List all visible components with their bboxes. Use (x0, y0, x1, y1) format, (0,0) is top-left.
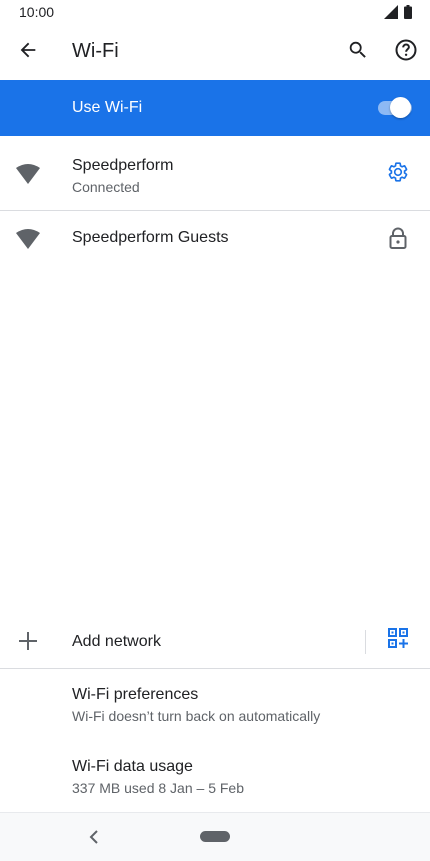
wifi-preferences-subtitle: Wi-Fi doesn’t turn back on automatically (72, 708, 321, 724)
nav-back-icon[interactable] (89, 830, 99, 849)
wifi-data-usage-title: Wi-Fi data usage (72, 758, 193, 775)
vertical-divider (365, 630, 366, 654)
home-pill[interactable] (200, 831, 230, 842)
arrow-back-icon (17, 39, 39, 66)
use-wifi-toggle[interactable] (378, 96, 412, 120)
gear-icon (387, 161, 409, 188)
lock-icon (388, 227, 408, 254)
wifi-signal-icon (16, 229, 40, 254)
divider (0, 668, 430, 669)
use-wifi-label: Use Wi-Fi (72, 99, 143, 116)
help-button[interactable] (386, 32, 426, 72)
search-button[interactable] (338, 32, 378, 72)
add-network-row[interactable]: Add network (0, 614, 430, 668)
status-time: 10:00 (19, 4, 55, 20)
navigation-bar (0, 812, 430, 861)
search-icon (347, 39, 369, 66)
page-title: Wi-Fi (72, 40, 119, 62)
help-icon (394, 38, 418, 67)
battery-icon (404, 5, 412, 24)
network-status: Connected (72, 179, 140, 195)
signal-icon (384, 5, 398, 24)
network-settings-button[interactable] (378, 154, 418, 194)
back-button[interactable] (8, 32, 48, 72)
wifi-preferences-title: Wi-Fi preferences (72, 686, 199, 703)
wifi-signal-icon (16, 164, 40, 189)
app-bar: Wi-Fi (0, 24, 430, 80)
scan-qr-button[interactable] (378, 621, 418, 661)
status-bar: 10:00 (0, 0, 430, 24)
add-network-label: Add network (72, 633, 161, 650)
network-item[interactable]: Speedperform Connected (0, 136, 430, 210)
network-name: Speedperform Guests (72, 229, 229, 246)
wifi-data-usage-subtitle: 337 MB used 8 Jan – 5 Feb (72, 780, 244, 796)
wifi-preferences-row[interactable]: Wi-Fi preferences Wi-Fi doesn’t turn bac… (0, 672, 430, 740)
network-name: Speedperform (72, 157, 174, 174)
wifi-data-usage-row[interactable]: Wi-Fi data usage 337 MB used 8 Jan – 5 F… (0, 744, 430, 812)
toggle-thumb (390, 97, 411, 118)
qr-code-scan-icon (388, 627, 408, 655)
use-wifi-row[interactable]: Use Wi-Fi (0, 80, 430, 136)
plus-icon (18, 631, 38, 656)
status-icons (384, 5, 412, 24)
network-item[interactable]: Speedperform Guests (0, 211, 430, 267)
